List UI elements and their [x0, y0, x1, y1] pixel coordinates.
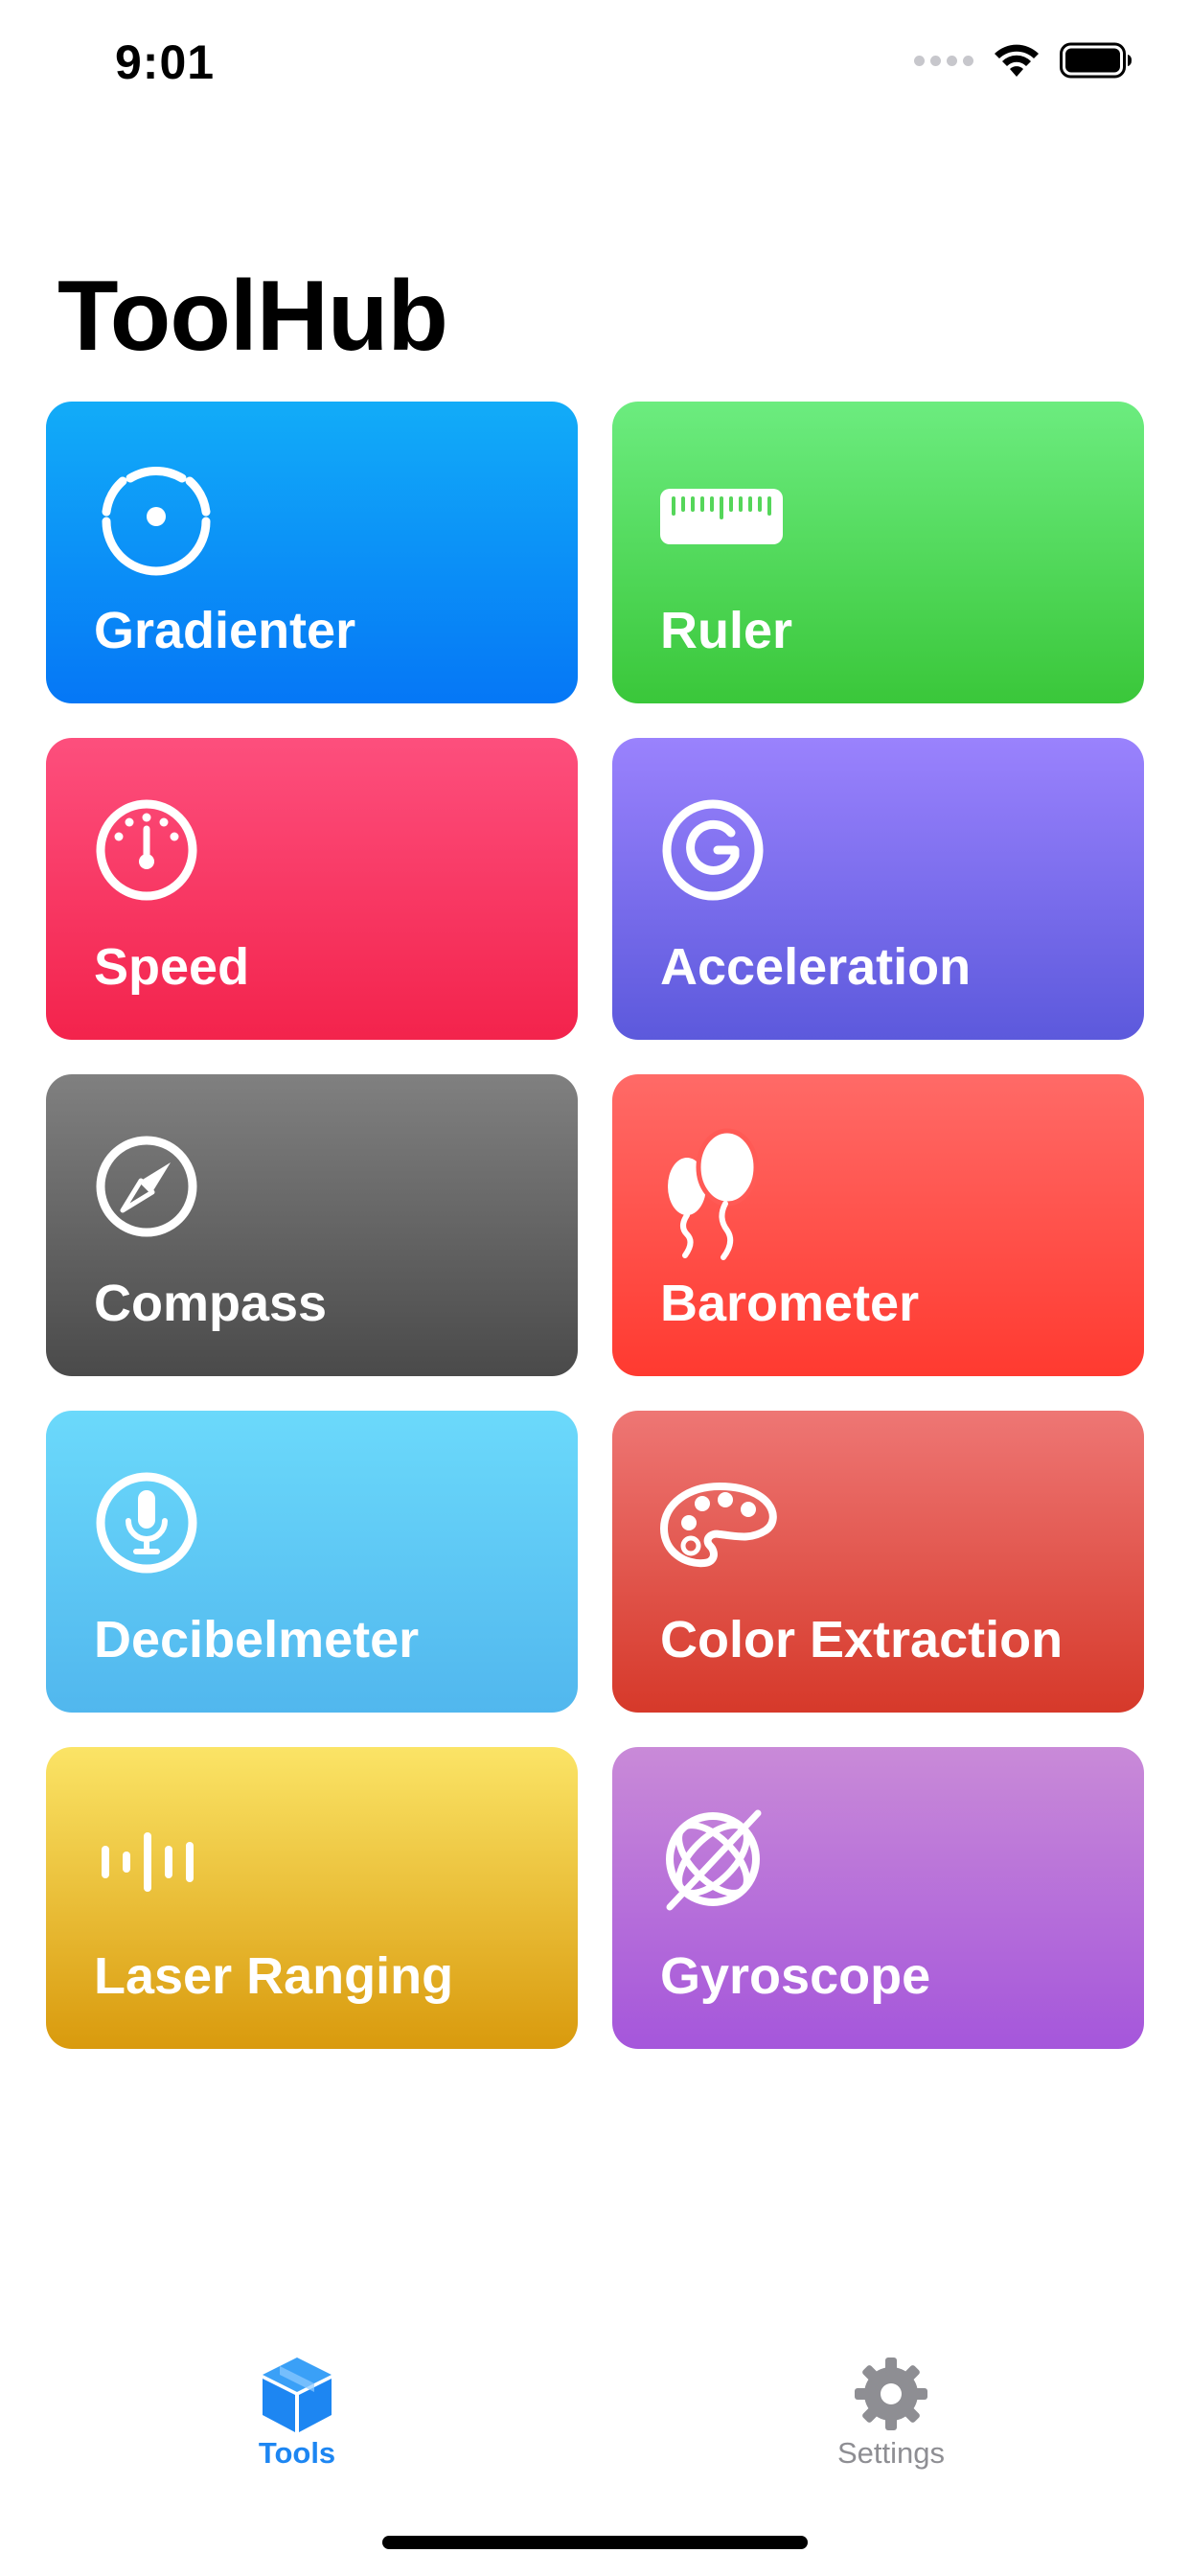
tile-label: Gradienter [94, 602, 356, 659]
status-icons [914, 42, 1133, 79]
tile-compass[interactable]: Compass [46, 1074, 578, 1376]
tile-acceleration[interactable]: Acceleration [612, 738, 1144, 1040]
tile-label: Speed [94, 938, 250, 996]
palette-icon [660, 1463, 785, 1588]
tile-gradienter[interactable]: Gradienter [46, 402, 578, 703]
tile-laser-ranging[interactable]: Laser Ranging [46, 1747, 578, 2049]
wifi-icon [995, 44, 1039, 77]
tile-color-extraction[interactable]: Color Extraction [612, 1411, 1144, 1713]
status-time: 9:01 [115, 35, 216, 89]
speedometer-icon [94, 791, 218, 915]
tab-settings-label: Settings [836, 2436, 945, 2470]
tile-label: Acceleration [660, 938, 972, 996]
gyroscope-icon [660, 1800, 785, 1924]
tab-tools-label: Tools [258, 2436, 336, 2470]
tile-label: Laser Ranging [94, 1947, 454, 2005]
tab-settings[interactable]: Settings [747, 2338, 1035, 2471]
tile-label: Ruler [660, 602, 793, 659]
tools-grid: Gradienter Ruler Speed Acceleration Comp… [46, 402, 1144, 2049]
tile-speed[interactable]: Speed [46, 738, 578, 1040]
tile-label: Decibelmeter [94, 1611, 420, 1668]
tile-ruler[interactable]: Ruler [612, 402, 1144, 703]
tab-bar: Tools Settings [0, 2338, 1190, 2492]
tab-tools[interactable]: Tools [153, 2338, 441, 2471]
tile-barometer[interactable]: Barometer [612, 1074, 1144, 1376]
tile-label: Compass [94, 1275, 328, 1332]
cube-icon [263, 2358, 332, 2432]
home-indicator[interactable] [382, 2536, 808, 2549]
page-title: ToolHub [57, 261, 448, 372]
g-force-icon [660, 791, 785, 915]
compass-icon [94, 1127, 218, 1252]
microphone-icon [94, 1463, 218, 1588]
ruler-icon [660, 454, 785, 579]
status-bar: 9:01 [0, 0, 1190, 126]
signal-dots-icon [914, 55, 973, 66]
tile-label: Color Extraction [660, 1611, 1064, 1668]
battery-icon [1060, 42, 1132, 79]
tile-label: Barometer [660, 1275, 920, 1332]
tile-gyroscope[interactable]: Gyroscope [612, 1747, 1144, 2049]
waveform-icon [94, 1800, 218, 1924]
tile-label: Gyroscope [660, 1947, 931, 2005]
tile-decibelmeter[interactable]: Decibelmeter [46, 1411, 578, 1713]
gear-icon [855, 2358, 927, 2430]
balloons-icon [660, 1127, 785, 1260]
level-icon [94, 454, 218, 579]
